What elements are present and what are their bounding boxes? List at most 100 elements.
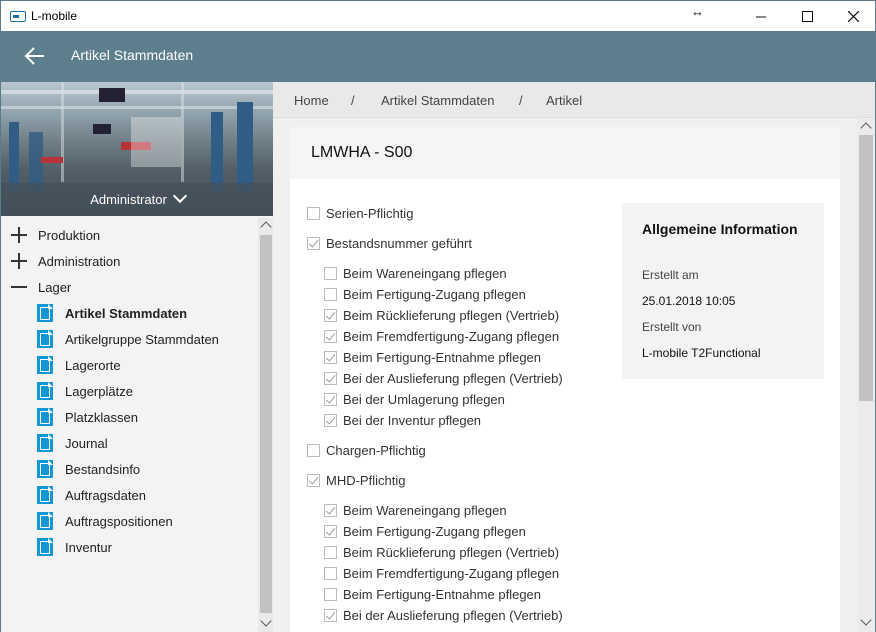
checkbox-label: Chargen-Pflichtig xyxy=(326,443,426,458)
app-logo-icon xyxy=(10,11,26,22)
sidebar-item-auftragsdaten[interactable]: Auftragsdaten xyxy=(1,482,258,508)
checkbox-label: Bestandsnummer geführt xyxy=(326,236,472,251)
sidebar-item-label: Platzklassen xyxy=(65,410,138,425)
sidebar-item-artikelgruppe-stammdaten[interactable]: Artikelgruppe Stammdaten xyxy=(1,326,258,352)
checkbox-label: Bei der Umlagerung pflegen xyxy=(343,392,505,407)
sidebar-nav: Produktion Administration Lager Artikel … xyxy=(1,218,258,632)
sidebar-item-inventur[interactable]: Inventur xyxy=(1,534,258,560)
sidebar-group-label: Lager xyxy=(38,280,72,295)
checkbox-label: Serien-Pflichtig xyxy=(326,206,414,221)
created-by-label: Erstellt von xyxy=(642,320,702,334)
checkbox-label: Beim Fertigung-Entnahme pflegen xyxy=(343,350,542,365)
sidebar-scroll-thumb[interactable] xyxy=(260,235,272,613)
sidebar: Administrator Produktion Administration … xyxy=(0,82,274,632)
document-icon xyxy=(37,512,53,530)
scroll-up-icon[interactable] xyxy=(860,122,872,134)
checkbox[interactable] xyxy=(324,546,337,559)
sidebar-item-label: Auftragsdaten xyxy=(65,488,146,503)
document-icon xyxy=(37,330,53,348)
minimize-button[interactable] xyxy=(738,1,784,31)
checkbox[interactable] xyxy=(324,525,337,538)
created-by-value: L-mobile T2Functional xyxy=(642,346,761,360)
checkbox[interactable] xyxy=(324,372,337,385)
breadcrumb: Home / Artikel Stammdaten / Artikel xyxy=(273,82,875,118)
checkbox-label: Beim Wareneingang pflegen xyxy=(343,503,507,518)
minimize-icon xyxy=(755,16,766,17)
breadcrumb-artikel-stammdaten[interactable]: Artikel Stammdaten xyxy=(381,93,494,108)
sidebar-item-artikel-stammdaten[interactable]: Artikel Stammdaten xyxy=(1,300,258,326)
checkbox[interactable] xyxy=(324,588,337,601)
checkbox[interactable] xyxy=(307,237,320,250)
checkbox-label: Bei der Auslieferung pflegen (Vertrieb) xyxy=(343,608,563,623)
sidebar-item-bestandsinfo[interactable]: Bestandsinfo xyxy=(1,456,258,482)
page-title: Artikel Stammdaten xyxy=(71,47,194,63)
scroll-down-icon[interactable] xyxy=(860,614,872,626)
document-icon xyxy=(37,486,53,504)
scroll-up-icon[interactable] xyxy=(260,221,272,233)
sidebar-item-label: Artikel Stammdaten xyxy=(65,306,188,321)
app-header: Artikel Stammdaten xyxy=(0,31,876,82)
sidebar-item-auftragspositionen[interactable]: Auftragspositionen xyxy=(1,508,258,534)
sidebar-item-label: Lagerorte xyxy=(65,358,121,373)
checkbox-label: Beim Fremdfertigung-Zugang pflegen xyxy=(343,329,560,344)
checkbox-label: Beim Rücklieferung pflegen (Vertrieb) xyxy=(343,308,560,323)
breadcrumb-artikel[interactable]: Artikel xyxy=(546,93,582,108)
user-role-dropdown[interactable]: Administrator xyxy=(1,188,274,207)
checkbox[interactable] xyxy=(307,207,320,220)
close-button[interactable] xyxy=(830,1,876,31)
maximize-button[interactable] xyxy=(784,1,830,31)
sidebar-group-lager[interactable]: Lager xyxy=(1,274,258,300)
window-titlebar: L-mobile ↔ xyxy=(0,0,876,31)
checkbox[interactable] xyxy=(324,267,337,280)
checkbox-label: Beim Fertigung-Zugang pflegen xyxy=(343,524,526,539)
checkbox[interactable] xyxy=(324,330,337,343)
sidebar-item-label: Journal xyxy=(65,436,108,451)
document-icon xyxy=(37,434,53,452)
checkbox[interactable] xyxy=(324,609,337,622)
breadcrumb-separator: / xyxy=(519,93,523,108)
checkbox-label: MHD-Pflichtig xyxy=(326,473,406,488)
scroll-down-icon[interactable] xyxy=(260,615,272,627)
article-title: LMWHA - S00 xyxy=(311,144,413,161)
sidebar-group-administration[interactable]: Administration xyxy=(1,248,258,274)
sidebar-scrollbar[interactable] xyxy=(258,218,274,632)
checkbox-label: Bei der Auslieferung pflegen (Vertrieb) xyxy=(343,371,563,386)
sidebar-item-journal[interactable]: Journal xyxy=(1,430,258,456)
checkbox-label: Beim Rücklieferung pflegen (Vertrieb) xyxy=(343,545,560,560)
checkbox-label: Beim Wareneingang pflegen xyxy=(343,266,507,281)
document-icon xyxy=(37,382,53,400)
checkbox[interactable] xyxy=(324,414,337,427)
document-icon xyxy=(37,460,53,478)
sidebar-item-label: Bestandsinfo xyxy=(65,462,141,477)
sidebar-item-label: Auftragspositionen xyxy=(65,514,173,529)
sidebar-group-label: Administration xyxy=(38,254,121,269)
minus-icon xyxy=(11,279,27,295)
document-icon xyxy=(37,304,53,322)
checkbox[interactable] xyxy=(324,351,337,364)
sidebar-item-lagerorte[interactable]: Lagerorte xyxy=(1,352,258,378)
sidebar-group-produktion[interactable]: Produktion xyxy=(1,222,258,248)
sidebar-item-platzklassen[interactable]: Platzklassen xyxy=(1,404,258,430)
checkbox[interactable] xyxy=(324,288,337,301)
checkbox[interactable] xyxy=(307,444,320,457)
main-scrollbar[interactable] xyxy=(857,119,875,632)
checkbox[interactable] xyxy=(324,393,337,406)
sidebar-item-label: Inventur xyxy=(65,540,112,555)
general-info-panel: Allgemeine Information Erstellt am 25.01… xyxy=(622,203,824,379)
breadcrumb-home[interactable]: Home xyxy=(294,93,329,108)
checkbox[interactable] xyxy=(324,504,337,517)
back-arrow-icon[interactable] xyxy=(22,44,48,68)
window-title: L-mobile xyxy=(31,9,78,23)
document-icon xyxy=(37,538,53,556)
checkbox[interactable] xyxy=(324,309,337,322)
checkbox-label: Beim Fertigung-Zugang pflegen xyxy=(343,287,526,302)
sidebar-item-lagerplaetze[interactable]: Lagerplätze xyxy=(1,378,258,404)
close-icon xyxy=(847,10,859,22)
checkbox-label: Beim Fertigung-Entnahme pflegen xyxy=(343,587,542,602)
info-title: Allgemeine Information xyxy=(642,221,798,237)
created-at-value: 25.01.2018 10:05 xyxy=(642,294,736,308)
checkbox[interactable] xyxy=(307,474,320,487)
checkbox[interactable] xyxy=(324,567,337,580)
checkbox-label: Bei der Inventur pflegen xyxy=(343,413,482,428)
main-scroll-thumb[interactable] xyxy=(859,135,873,401)
